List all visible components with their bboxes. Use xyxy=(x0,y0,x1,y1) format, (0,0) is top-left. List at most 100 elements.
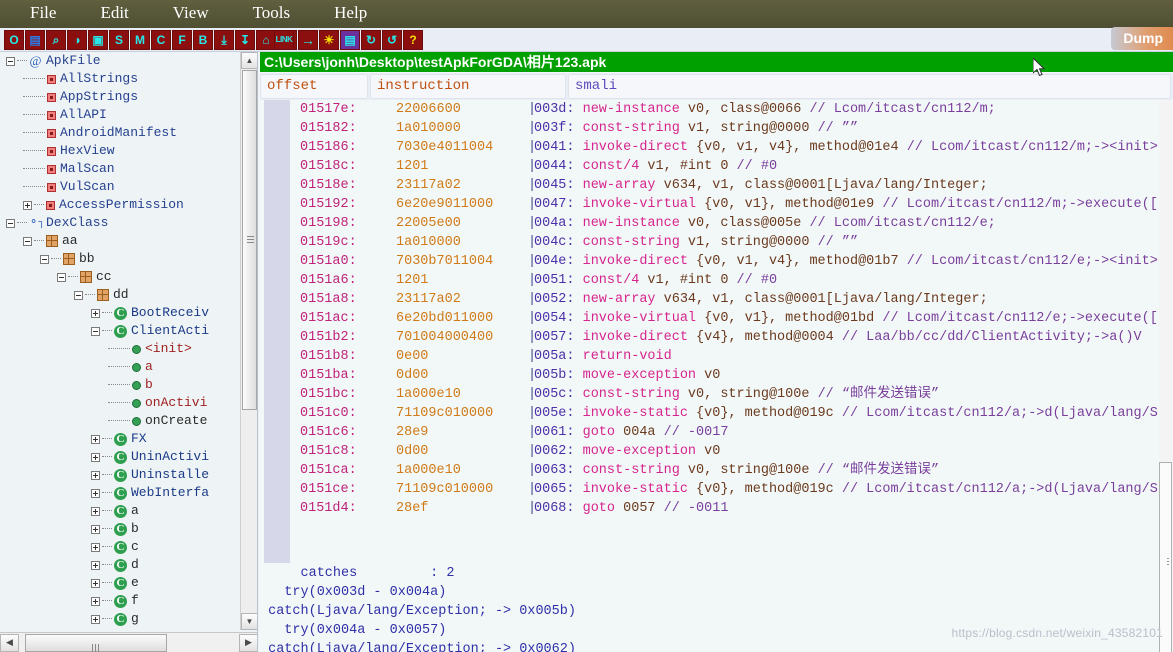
code-line[interactable]: 01518c: 1201 | 0044: const/4 v1, #int 0 // … xyxy=(260,157,1173,176)
tree-node-hexview[interactable]: HexView xyxy=(0,142,236,160)
code-line[interactable]: 0151a0: 7030b7011004 | 004e: invoke-direct … xyxy=(260,252,1173,271)
tree-node-package-bb[interactable]: bb xyxy=(0,250,236,268)
tree-node-class-fx[interactable]: C FX xyxy=(0,430,236,448)
menu-item-help[interactable]: Help xyxy=(312,1,389,27)
collapse-icon[interactable] xyxy=(91,326,100,336)
code-line[interactable]: 0151ba: 0d00 | 005b: move-exception v0 xyxy=(260,366,1173,385)
expand-icon[interactable] xyxy=(91,596,100,606)
tree-scroll-right-button[interactable]: ▶ xyxy=(239,633,257,652)
tree-node-allapi[interactable]: AllAPI xyxy=(0,106,236,124)
code-line[interactable]: 0151bc: 1a000e10 | 005c: const-string v0, s… xyxy=(260,385,1173,404)
tree-node-dexclass[interactable]: ⚬┐DexClass xyxy=(0,214,236,232)
expand-icon[interactable] xyxy=(91,560,100,570)
collapse-icon[interactable] xyxy=(74,290,83,300)
expand-icon[interactable] xyxy=(91,506,100,516)
code-line[interactable]: 015192: 6e20e9011000 | 0047: invoke-virtual… xyxy=(260,195,1173,214)
fields-icon[interactable]: F xyxy=(172,29,192,50)
expand-icon[interactable] xyxy=(91,578,100,588)
tree-node-method-onactivity[interactable]: onActivi xyxy=(0,394,236,412)
tree-node-allstrings[interactable]: AllStrings xyxy=(0,70,236,88)
collapse-icon[interactable] xyxy=(57,272,66,282)
code-scroll-thumb[interactable] xyxy=(1159,462,1172,652)
menu-item-file[interactable]: File xyxy=(8,1,78,27)
expand-icon[interactable] xyxy=(91,524,100,534)
tree-node-appstrings[interactable]: AppStrings xyxy=(0,88,236,106)
expand-icon[interactable] xyxy=(91,614,100,624)
toggle-view-icon[interactable]: ◑ xyxy=(67,29,87,50)
tree-vertical-scrollbar[interactable]: ▲ ▼ xyxy=(240,52,257,630)
tree-node-class-a[interactable]: Ca xyxy=(0,502,236,520)
tree-scroll-down-button[interactable]: ▼ xyxy=(241,613,257,630)
column-header-offset[interactable]: offset xyxy=(260,74,368,99)
tree-scroll-up-button[interactable]: ▲ xyxy=(241,52,257,69)
tree-node-class-uninactivity[interactable]: C UninActivi xyxy=(0,448,236,466)
tree-scroll-left-button[interactable]: ◀ xyxy=(0,633,19,652)
collapse-icon[interactable] xyxy=(6,218,15,228)
strings-icon[interactable]: S xyxy=(109,29,129,50)
tree-scroll-thumb[interactable] xyxy=(242,70,257,410)
tree-node-class-d[interactable]: Cd xyxy=(0,556,236,574)
dump-button[interactable]: Dump xyxy=(1111,26,1173,50)
tree-node-package-cc[interactable]: cc xyxy=(0,268,236,286)
expand-icon[interactable] xyxy=(91,308,100,318)
search-icon[interactable]: ⌕ xyxy=(46,29,66,50)
code-line[interactable]: 0151d4: 28ef | 0068: goto 0057 // -0011 xyxy=(260,499,1173,518)
tree-node-apkfile[interactable]: @ ApkFile xyxy=(0,52,236,70)
save-icon[interactable]: ▤ xyxy=(25,29,45,50)
column-header-smali[interactable]: smali xyxy=(568,74,1171,99)
expand-icon[interactable] xyxy=(91,452,100,462)
code-line[interactable]: 0151a6: 1201 | 0051: const/4 v1, #int 0 // … xyxy=(260,271,1173,290)
bytecode-icon[interactable]: B xyxy=(193,29,213,50)
tree-hscroll-thumb[interactable] xyxy=(25,633,167,652)
menu-item-tools[interactable]: Tools xyxy=(231,1,313,27)
android-icon[interactable]: ▣ xyxy=(88,29,108,50)
code-line[interactable]: 015186: 7030e4011004 | 0041: invoke-direct … xyxy=(260,138,1173,157)
link-icon[interactable]: LINK xyxy=(274,29,294,50)
code-line[interactable]: 0151ce: 71109c010000 | 0065: invoke-static … xyxy=(260,480,1173,499)
tree-node-vulscan[interactable]: VulScan xyxy=(0,178,236,196)
tree-node-package-dd[interactable]: dd xyxy=(0,286,236,304)
code-vertical-scrollbar[interactable] xyxy=(1159,100,1173,652)
tree-node-class-uninstaller[interactable]: C Uninstalle xyxy=(0,466,236,484)
code-line[interactable]: 01518e: 23117a02 | 0045: new-array v634, v1… xyxy=(260,176,1173,195)
tree-node-class-bootreceiver[interactable]: C BootReceiv xyxy=(0,304,236,322)
menu-item-edit[interactable]: Edit xyxy=(78,1,150,27)
notes-icon[interactable]: ▤ xyxy=(340,29,360,50)
tree-node-class-webinterface[interactable]: C WebInterfa xyxy=(0,484,236,502)
open-apk-icon[interactable]: O xyxy=(4,29,24,50)
tree-node-method-b[interactable]: b xyxy=(0,376,236,394)
code-line[interactable]: 0151b2: 701004000400 | 0057: invoke-direct … xyxy=(260,328,1173,347)
project-tree[interactable]: @ ApkFile AllStrings AppStrings AllAPI Androi… xyxy=(0,52,236,630)
tree-node-method-a[interactable]: a xyxy=(0,358,236,376)
code-line[interactable]: 01517e: 22006600 | 003d: new-instance v0, c… xyxy=(260,100,1173,119)
expand-icon[interactable] xyxy=(91,434,100,444)
tree-node-androidmanifest[interactable]: AndroidManifest xyxy=(0,124,236,142)
expand-icon[interactable] xyxy=(23,200,32,210)
extract-icon[interactable]: ↧ xyxy=(235,29,255,50)
expand-icon[interactable] xyxy=(91,542,100,552)
tree-node-class-c[interactable]: Cc xyxy=(0,538,236,556)
code-line[interactable]: 0151ac: 6e20bd011000 | 0054: invoke-virtual… xyxy=(260,309,1173,328)
code-line[interactable]: 0151c6: 28e9 | 0061: goto 004a // -0017 xyxy=(260,423,1173,442)
methods-icon[interactable]: M xyxy=(130,29,150,50)
code-view[interactable]: 01517e: 22006600 | 003d: new-instance v0, c… xyxy=(260,100,1173,652)
collapse-icon[interactable] xyxy=(23,236,32,246)
tree-node-malscan[interactable]: MalScan xyxy=(0,160,236,178)
refresh-icon[interactable]: ↻ xyxy=(361,29,381,50)
tree-node-class-f[interactable]: Cf xyxy=(0,592,236,610)
help-icon[interactable]: ? xyxy=(403,29,423,50)
code-line[interactable]: 0151ca: 1a000e10 | 0063: const-string v0, s… xyxy=(260,461,1173,480)
undo-icon[interactable]: ↺ xyxy=(382,29,402,50)
code-line[interactable]: 0151a8: 23117a02 | 0052: new-array v634, v1… xyxy=(260,290,1173,309)
column-header-instruction[interactable]: instruction xyxy=(370,74,566,99)
collapse-icon[interactable] xyxy=(6,56,15,66)
expand-icon[interactable] xyxy=(91,470,100,480)
code-line[interactable]: 0151c0: 71109c010000 | 005e: invoke-static … xyxy=(260,404,1173,423)
debug-icon[interactable]: ☀ xyxy=(319,29,339,50)
code-line[interactable]: 015198: 22005e00 | 004a: new-instance v0, c… xyxy=(260,214,1173,233)
collapse-icon[interactable] xyxy=(40,254,49,264)
tree-node-class-g[interactable]: Cg xyxy=(0,610,236,628)
tree-node-accesspermission[interactable]: AccessPermission xyxy=(0,196,236,214)
decompile-icon[interactable]: ⌂ xyxy=(256,29,276,50)
merge-down-icon[interactable]: ⤓ xyxy=(214,29,234,50)
